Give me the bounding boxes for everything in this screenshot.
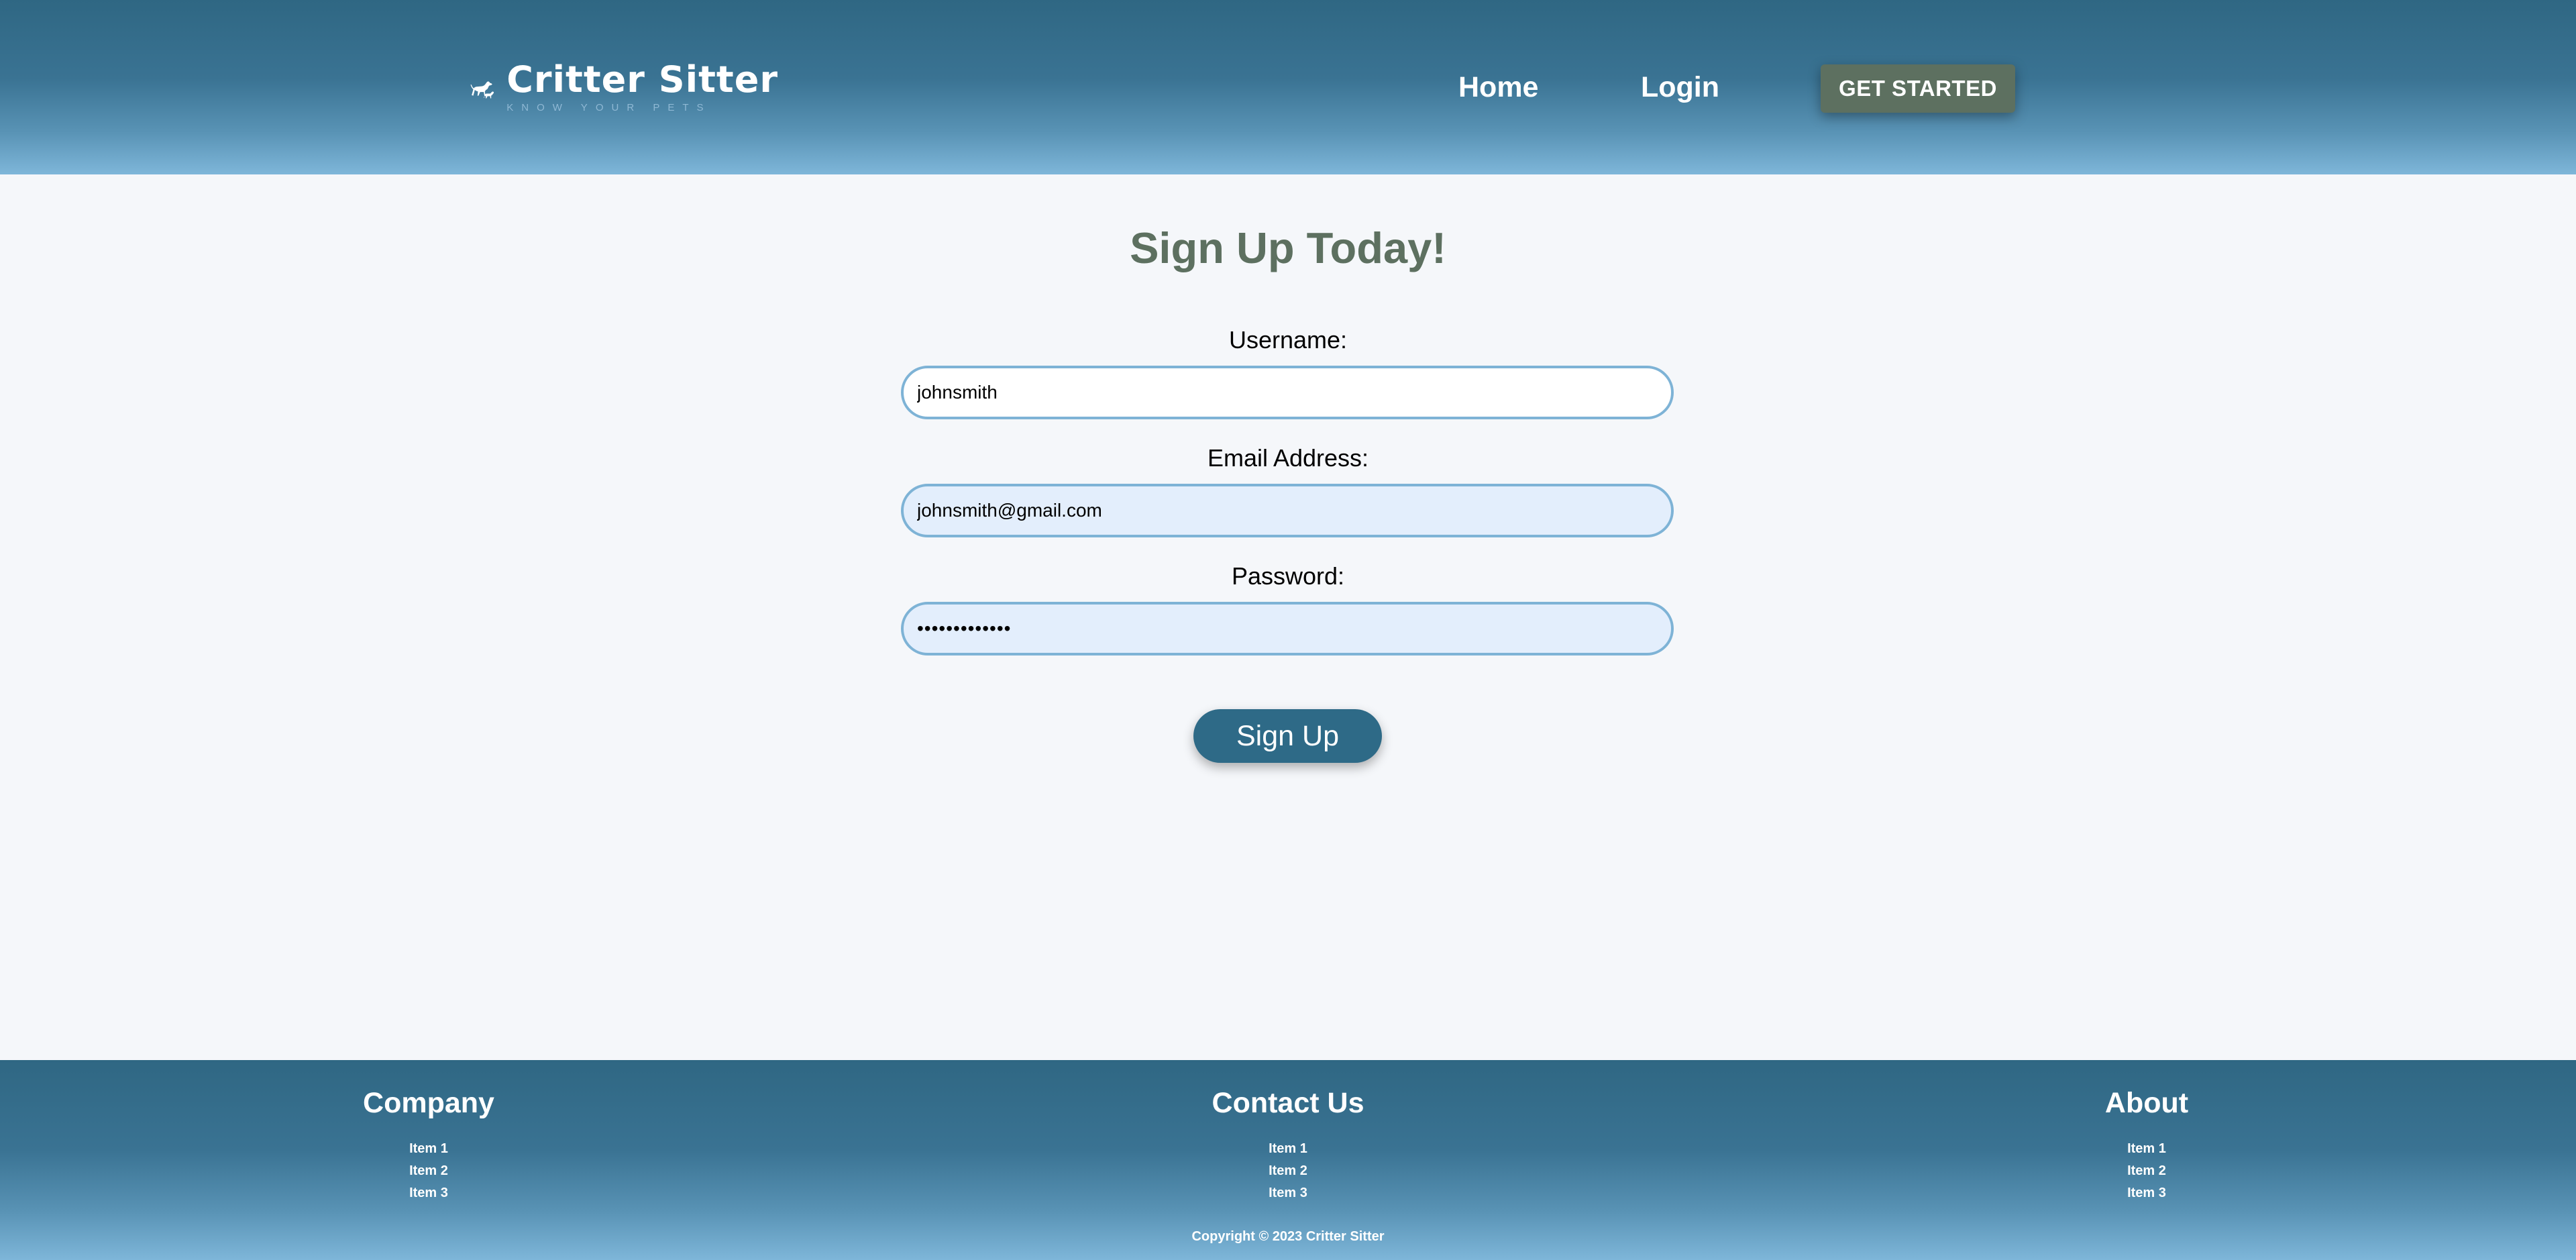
- password-input[interactable]: [901, 602, 1674, 655]
- footer-heading-company: Company: [363, 1087, 494, 1119]
- site-header: Critter Sitter KNOW YOUR PETS Home Login…: [0, 0, 2576, 174]
- logo-title: Critter Sitter: [506, 58, 778, 101]
- password-label: Password:: [1231, 562, 1345, 590]
- site-footer: Company Item 1 Item 2 Item 3 Contact Us …: [0, 1060, 2576, 1260]
- footer-link[interactable]: Item 1: [1120, 1138, 1456, 1160]
- footer-link[interactable]: Item 2: [1120, 1160, 1456, 1182]
- nav-login-link[interactable]: Login: [1641, 68, 1719, 106]
- username-input[interactable]: [901, 366, 1674, 419]
- footer-column-company: Company Item 1 Item 2 Item 3: [261, 1086, 596, 1204]
- footer-link[interactable]: Item 2: [261, 1160, 596, 1182]
- copyright-text: Copyright © 2023 Critter Sitter: [1191, 1229, 1385, 1244]
- footer-link[interactable]: Item 3: [261, 1182, 596, 1204]
- footer-heading-about: About: [2104, 1087, 2189, 1119]
- email-input[interactable]: [901, 484, 1674, 537]
- logo-tagline: KNOW YOUR PETS: [506, 102, 712, 113]
- nav-home-link[interactable]: Home: [1458, 68, 1538, 106]
- footer-column-about: About Item 1 Item 2 Item 3: [1979, 1086, 2314, 1204]
- footer-heading-contact: Contact Us: [1212, 1087, 1364, 1119]
- sign-up-button[interactable]: Sign Up: [1193, 709, 1382, 763]
- get-started-button[interactable]: GET STARTED: [1821, 64, 2015, 113]
- dog-and-cat-silhouette-icon: [470, 81, 494, 99]
- footer-link[interactable]: Item 1: [261, 1138, 596, 1160]
- footer-link[interactable]: Item 1: [1979, 1138, 2314, 1160]
- footer-link[interactable]: Item 3: [1979, 1182, 2314, 1204]
- logo[interactable]: Critter Sitter KNOW YOUR PETS: [470, 59, 778, 119]
- footer-link[interactable]: Item 2: [1979, 1160, 2314, 1182]
- username-label: Username:: [1228, 326, 1348, 354]
- footer-link[interactable]: Item 3: [1120, 1182, 1456, 1204]
- footer-column-contact: Contact Us Item 1 Item 2 Item 3: [1120, 1086, 1456, 1204]
- page-title: Sign Up Today!: [1130, 223, 1446, 272]
- email-label: Email Address:: [1207, 444, 1369, 472]
